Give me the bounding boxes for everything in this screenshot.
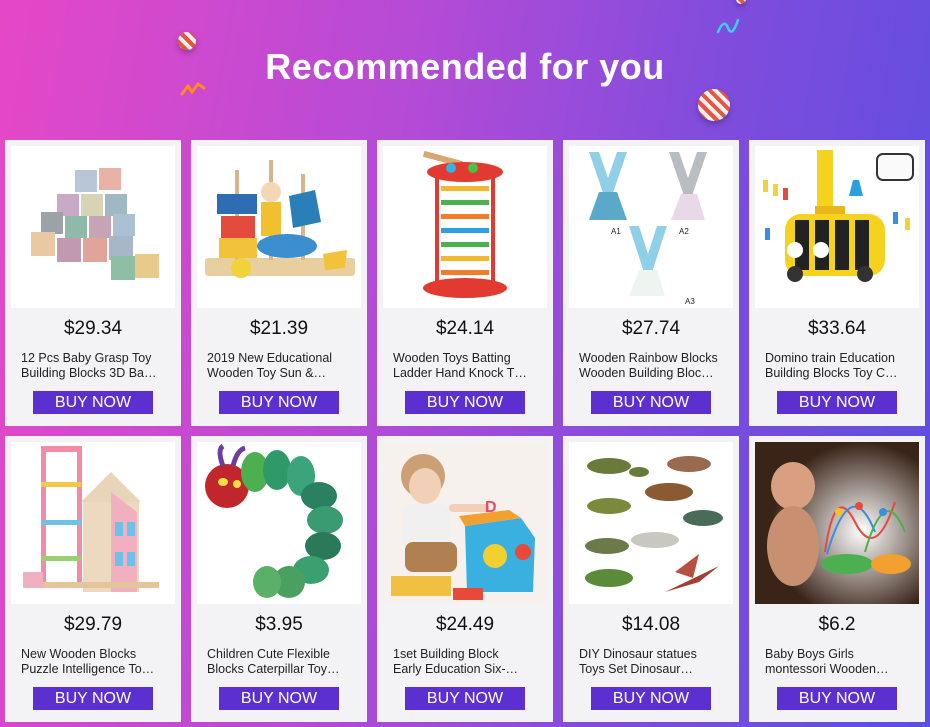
image-label: A2 [679, 227, 689, 236]
buy-now-button[interactable]: BUY NOW [33, 391, 153, 414]
activity-cube-icon: D [383, 442, 547, 604]
svg-text:D: D [485, 499, 497, 516]
product-card[interactable]: $29.79 New Wooden Blocks Puzzle Intellig… [5, 436, 181, 722]
product-card[interactable]: $14.08 DIY Dinosaur statues Toys Set Din… [563, 436, 739, 722]
caterpillar-icon [205, 443, 343, 598]
banner: Recommended for you [0, 0, 930, 140]
product-image[interactable] [197, 146, 361, 308]
buy-now-button[interactable]: BUY NOW [33, 687, 153, 710]
product-card[interactable]: A1 A2 A3 $27.74 Wooden Rainbow Blocks Wo… [563, 140, 739, 426]
product-image[interactable] [755, 146, 919, 308]
image-label: A1 [611, 227, 621, 236]
product-price: $14.08 [621, 614, 681, 635]
wooden-house-icon [23, 446, 159, 592]
buy-now-button[interactable]: BUY NOW [591, 391, 711, 414]
stacking-toy-icon [205, 160, 355, 278]
product-card[interactable]: $3.95 Children Cute Flexible Blocks Cate… [191, 436, 367, 722]
product-title[interactable]: Building Blocks 3D Ba… [21, 366, 171, 380]
product-title[interactable]: Children Cute Flexible [207, 647, 357, 661]
striped-ball-icon [698, 89, 730, 121]
product-title[interactable]: montessori Wooden… [765, 662, 915, 676]
product-title[interactable]: Wooden Toy Sun &… [207, 366, 357, 380]
product-grid: $29.34 12 Pcs Baby Grasp Toy Building Bl… [5, 140, 925, 727]
product-image[interactable]: A1 A2 A3 [569, 146, 733, 308]
product-price: $6.2 [818, 614, 856, 635]
product-title[interactable]: New Wooden Blocks [21, 647, 171, 661]
buy-now-button[interactable]: BUY NOW [591, 687, 711, 710]
product-image[interactable] [383, 146, 547, 308]
product-title[interactable]: Blocks Caterpillar Toy… [207, 662, 357, 676]
product-title[interactable]: Early Education Six-… [393, 662, 543, 676]
product-title[interactable]: Wooden Toys Batting [393, 351, 543, 365]
buy-now-button[interactable]: BUY NOW [219, 687, 339, 710]
product-image[interactable]: D [383, 442, 547, 604]
product-title[interactable]: Wooden Building Bloc… [579, 366, 729, 380]
product-title[interactable]: Ladder Hand Knock T… [393, 366, 543, 380]
product-title[interactable]: Domino train Education [765, 351, 915, 365]
product-title[interactable]: 1set Building Block [393, 647, 543, 661]
product-card[interactable]: $29.34 12 Pcs Baby Grasp Toy Building Bl… [5, 140, 181, 426]
confetti-icon [716, 18, 740, 34]
product-price: $33.64 [807, 318, 867, 339]
product-title[interactable]: Toys Set Dinosaur… [579, 662, 729, 676]
product-image[interactable] [569, 442, 733, 604]
striped-ball-icon [736, 0, 746, 4]
product-card[interactable]: $24.14 Wooden Toys Batting Ladder Hand K… [377, 140, 553, 426]
product-image[interactable] [11, 146, 175, 308]
bead-maze-icon [755, 442, 919, 604]
product-price: $24.14 [435, 318, 495, 339]
ladder-toy-icon [422, 150, 507, 298]
product-title[interactable]: DIY Dinosaur statues [579, 647, 729, 661]
product-price: $24.49 [435, 614, 495, 635]
product-title[interactable]: Puzzle Intelligence To… [21, 662, 171, 676]
page-title: Recommended for you [265, 46, 665, 87]
product-title[interactable]: 2019 New Educational [207, 351, 357, 365]
product-title[interactable]: Wooden Rainbow Blocks [579, 351, 729, 365]
dinosaur-set-icon [585, 456, 723, 592]
product-price: $27.74 [621, 318, 681, 339]
product-card[interactable]: $33.64 Domino train Education Building B… [749, 140, 925, 426]
product-title[interactable]: Building Blocks Toy C… [765, 366, 915, 380]
stacked-blocks-icon [31, 168, 159, 280]
product-card[interactable]: $21.39 2019 New Educational Wooden Toy S… [191, 140, 367, 426]
product-price: $21.39 [249, 318, 309, 339]
product-image[interactable] [755, 442, 919, 604]
buy-now-button[interactable]: BUY NOW [405, 687, 525, 710]
product-price: $29.79 [63, 614, 123, 635]
product-card[interactable]: D $24.49 1set Building Block Early Educa… [377, 436, 553, 722]
buy-now-button[interactable]: BUY NOW [219, 391, 339, 414]
domino-train-icon [763, 150, 914, 282]
product-image[interactable] [197, 442, 361, 604]
product-title[interactable]: 12 Pcs Baby Grasp Toy [21, 351, 171, 365]
product-image[interactable] [11, 442, 175, 604]
buy-now-button[interactable]: BUY NOW [777, 391, 897, 414]
product-price: $3.95 [255, 614, 303, 635]
buy-now-button[interactable]: BUY NOW [405, 391, 525, 414]
product-title[interactable]: Baby Boys Girls [765, 647, 915, 661]
buy-now-button[interactable]: BUY NOW [777, 687, 897, 710]
image-label: A3 [685, 297, 695, 306]
product-price: $29.34 [63, 318, 123, 339]
product-card[interactable]: $6.2 Baby Boys Girls montessori Wooden… … [749, 436, 925, 722]
tent-blocks-icon: A1 A2 A3 [589, 152, 707, 306]
